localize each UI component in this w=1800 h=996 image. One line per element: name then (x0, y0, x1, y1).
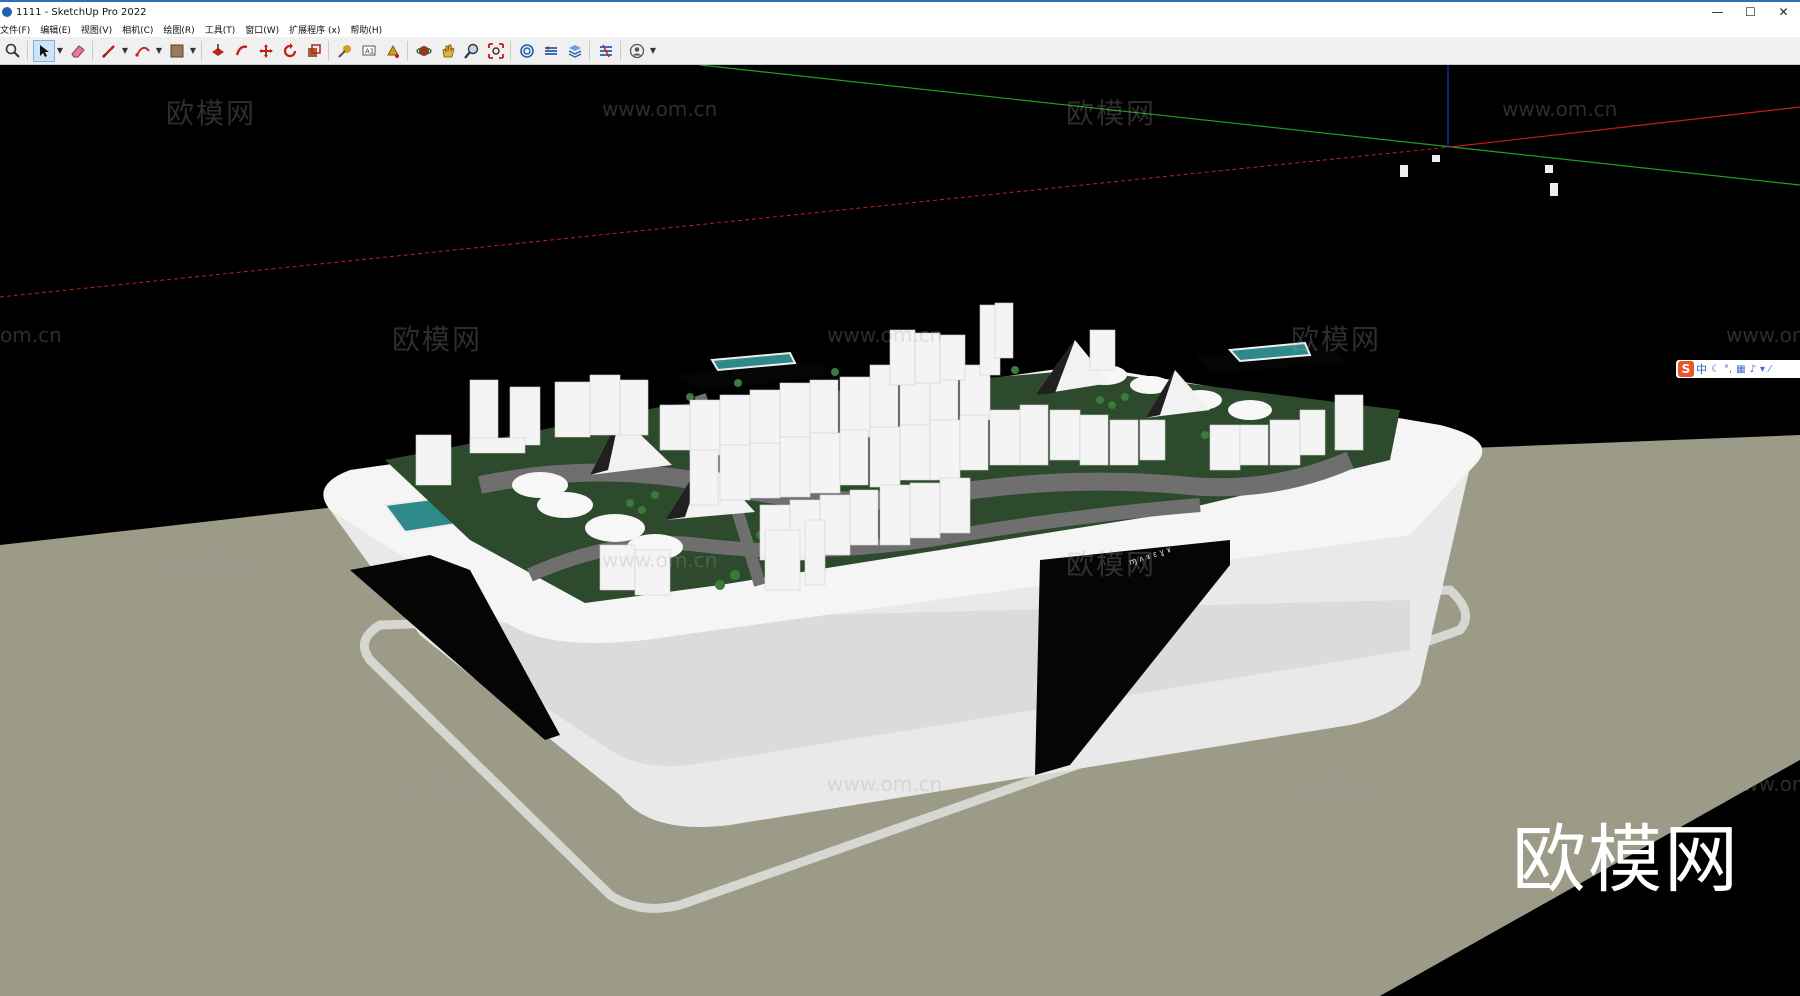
watermark-brand: 欧模网 (1066, 548, 1157, 581)
stray-block (1545, 165, 1553, 173)
menu-camera[interactable]: 相机(C) (117, 23, 158, 36)
menu-view[interactable]: 视图(V) (76, 23, 117, 36)
scale-icon[interactable] (303, 40, 325, 62)
account-icon[interactable] (626, 40, 648, 62)
material-bucket-icon[interactable] (166, 40, 188, 62)
toolbar-separator (328, 40, 329, 61)
sketchup-app-icon (2, 7, 12, 17)
extension-icon[interactable] (540, 40, 562, 62)
watermark-brand: 欧模网 (166, 548, 257, 581)
moon-icon[interactable]: ☾ (1711, 364, 1720, 375)
watermark-url: www.om.cn (827, 323, 943, 347)
search-icon[interactable] (2, 40, 24, 62)
watermark-url: www.om.cn (827, 772, 943, 796)
watermark-brand: 欧模网 (1066, 97, 1157, 130)
window-controls: — ☐ ✕ (1701, 2, 1800, 22)
close-button[interactable]: ✕ (1767, 2, 1800, 22)
main-toolbar: ▼ ▼ ▼ ▼ A1 ▼ (0, 37, 1800, 65)
window-title: 1111 - SketchUp Pro 2022 (16, 6, 147, 18)
orbit-icon[interactable] (413, 40, 435, 62)
zoom-extents-icon[interactable] (485, 40, 507, 62)
dome (537, 492, 593, 518)
push-pull-icon[interactable] (207, 40, 229, 62)
mic-icon[interactable]: ♪ (1750, 364, 1756, 375)
toolbar-separator (407, 40, 408, 61)
model-viewport[interactable]: ɱ ʌ ɤ ɛ ɣ ɤ 欧模网 www.om.cn 欧模网 www.om.cn … (0, 65, 1800, 996)
watermark-brand: 欧模网 (1291, 323, 1382, 356)
zoom-icon[interactable] (461, 40, 483, 62)
punctuation-icon[interactable]: °, (1724, 364, 1732, 375)
menu-edit[interactable]: 编辑(E) (35, 23, 76, 36)
account-dropdown-icon[interactable]: ▼ (648, 40, 658, 62)
watermark-url: www.om.cn (1726, 323, 1800, 347)
move-icon[interactable] (255, 40, 277, 62)
ime-mode-toggle[interactable]: 中 (1696, 361, 1707, 377)
dome (1228, 400, 1272, 420)
green-axis (699, 65, 1800, 186)
stray-block (1432, 155, 1440, 162)
sogou-logo-icon[interactable]: S (1678, 361, 1694, 377)
rotate-icon[interactable] (279, 40, 301, 62)
keyboard-icon[interactable]: ▦ (1736, 364, 1745, 375)
stray-block (1400, 165, 1408, 177)
paint-icon[interactable] (382, 40, 404, 62)
watermark-url: www.om.cn (1502, 97, 1618, 121)
shape-dropdown-icon[interactable]: ▼ (188, 40, 198, 62)
watermark-url: www.om.cn (602, 548, 718, 572)
watermark-url-partial: om.cn (0, 772, 62, 796)
menu-help[interactable]: 帮助(H) (345, 23, 387, 36)
select-dropdown-icon[interactable]: ▼ (55, 40, 65, 62)
watermark-url-partial: om.cn (0, 323, 62, 347)
red-axis-dashed (0, 146, 1451, 298)
toolbar-separator (201, 40, 202, 61)
brand-logo: 欧模网 (1512, 817, 1740, 903)
menu-file[interactable]: 文件(F) (0, 23, 35, 36)
title-bar: 1111 - SketchUp Pro 2022 — ☐ ✕ (0, 0, 1800, 22)
arc-dropdown-icon[interactable]: ▼ (154, 40, 164, 62)
menu-extensions[interactable]: 扩展程序 (x) (284, 23, 345, 36)
pan-icon[interactable] (437, 40, 459, 62)
select-icon[interactable] (33, 39, 55, 62)
watermark-url: www.om.cn (602, 97, 718, 121)
extension-manager-icon[interactable] (595, 40, 617, 62)
watermark-url: www.om.cn (1726, 772, 1800, 796)
warehouse-icon[interactable] (516, 40, 538, 62)
tape-measure-icon[interactable] (334, 40, 356, 62)
arc-icon[interactable] (132, 40, 154, 62)
watermark-url: www.om.cn (1502, 548, 1618, 572)
toolbar-separator (92, 40, 93, 61)
svg-text:A1: A1 (365, 47, 374, 55)
shirt-icon[interactable]: ▾ (1760, 364, 1765, 375)
watermark-brand: 欧模网 (392, 772, 483, 805)
ime-toolbar[interactable]: S 中 ☾ °, ▦ ♪ ▾ ⁄ (1676, 360, 1800, 378)
toolbar-separator (27, 40, 28, 61)
watermark-brand: 欧模网 (166, 97, 257, 130)
minimize-button[interactable]: — (1701, 2, 1734, 22)
layers-icon[interactable] (564, 40, 586, 62)
watermark-brand: 欧模网 (1291, 772, 1382, 805)
follow-me-icon[interactable] (231, 40, 253, 62)
menu-draw[interactable]: 绘图(R) (158, 23, 199, 36)
watermark-brand: 欧模网 (392, 323, 483, 356)
maximize-button[interactable]: ☐ (1734, 2, 1767, 22)
toolbar-separator (510, 40, 511, 61)
pencil-line-icon[interactable] (98, 40, 120, 62)
toolbar-separator (620, 40, 621, 61)
menu-window[interactable]: 窗口(W) (240, 23, 284, 36)
stray-block (1550, 183, 1558, 196)
menu-bar: 文件(F) 编辑(E) 视图(V) 相机(C) 绘图(R) 工具(T) 窗口(W… (0, 22, 1800, 37)
text-icon[interactable]: A1 (358, 40, 380, 62)
toolbar-separator (589, 40, 590, 61)
eraser-icon[interactable] (67, 40, 89, 62)
line-dropdown-icon[interactable]: ▼ (120, 40, 130, 62)
more-icon[interactable]: ⁄ (1769, 364, 1771, 375)
menu-tools[interactable]: 工具(T) (200, 23, 241, 36)
